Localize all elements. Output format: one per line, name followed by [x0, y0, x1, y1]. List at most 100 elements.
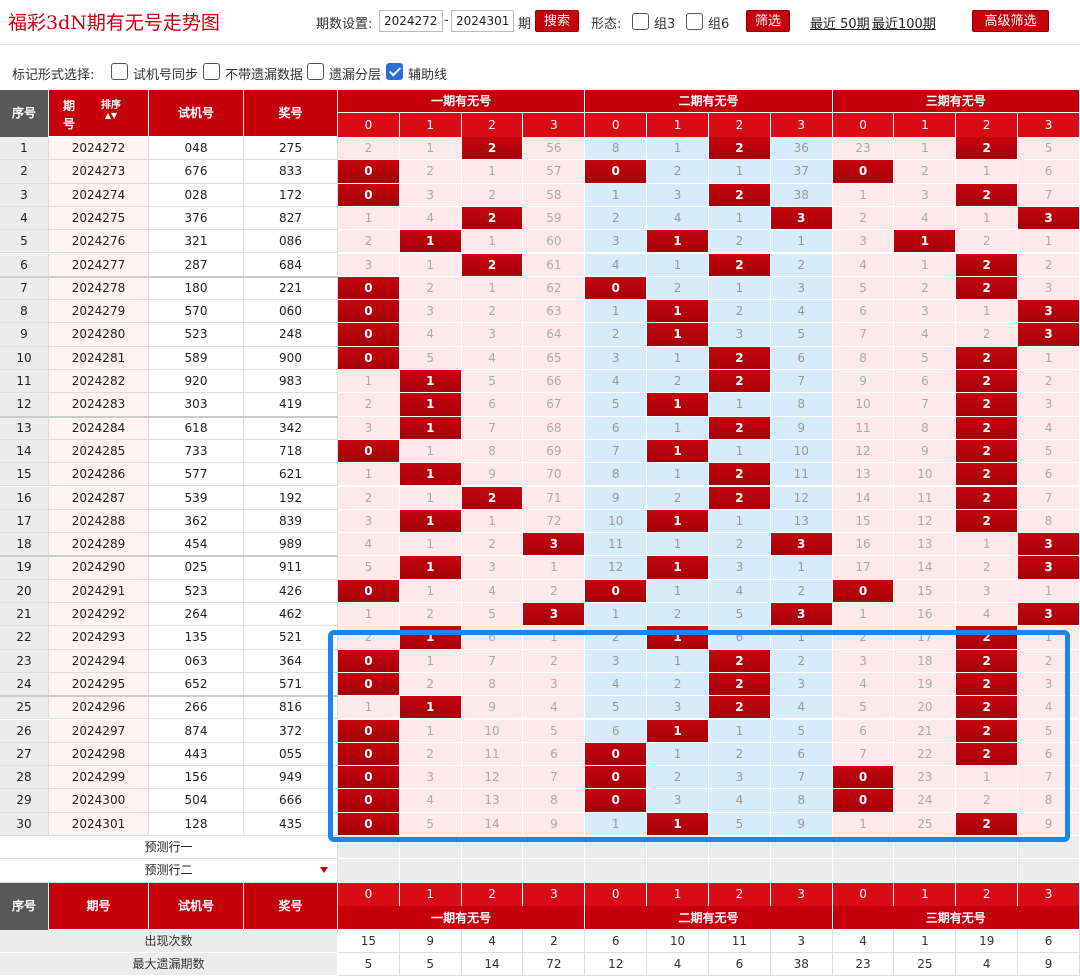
header-subcol: 0	[585, 113, 648, 137]
miss-cell: 8	[770, 789, 833, 813]
prediction-cell[interactable]	[523, 859, 586, 883]
miss-cell: 2	[461, 533, 524, 557]
prediction-cell[interactable]	[338, 836, 400, 860]
miss-cell: 2	[770, 253, 833, 277]
miss-cell: 4	[585, 253, 648, 277]
group6-checkbox[interactable]	[686, 13, 703, 30]
hit-cell: 2	[956, 137, 1019, 161]
row-seq: 10	[0, 346, 49, 370]
row-prize-number: 900	[244, 346, 338, 370]
prediction-cell[interactable]	[956, 859, 1019, 883]
prediction-row-label[interactable]: 预测行二	[0, 859, 338, 883]
miss-cell: 2	[956, 323, 1019, 347]
miss-cell: 1	[585, 183, 648, 207]
prediction-cell[interactable]	[832, 836, 895, 860]
miss-cell: 56	[523, 137, 586, 161]
mark-options-label: 标记形式选择:	[12, 68, 95, 83]
row-prize-number: 718	[244, 439, 338, 464]
row-seq: 5	[0, 230, 49, 254]
miss-cell: 2	[770, 579, 833, 603]
row-test-number: 874	[149, 719, 244, 743]
miss-cell: 5	[523, 719, 586, 743]
mark-option-checkbox-1[interactable]	[203, 63, 220, 80]
hit-cell: 2	[956, 183, 1019, 207]
prediction-cell[interactable]	[770, 859, 833, 883]
stat-value: 12	[585, 952, 648, 977]
prediction-cell[interactable]	[832, 859, 895, 883]
miss-cell: 3	[585, 230, 648, 254]
prediction-cell[interactable]	[585, 836, 648, 860]
row-period: 2024283	[49, 393, 149, 417]
prediction-cell[interactable]	[585, 859, 648, 883]
miss-cell: 3	[338, 253, 400, 277]
hit-cell: 2	[956, 509, 1019, 534]
prediction-cell[interactable]	[708, 859, 771, 883]
row-prize-number: 221	[244, 276, 338, 301]
miss-cell: 3	[647, 789, 709, 813]
start-period-input[interactable]: 2024272	[379, 10, 443, 32]
miss-cell: 6	[1018, 742, 1080, 767]
hit-cell: 0	[585, 276, 648, 301]
prediction-cell[interactable]	[770, 836, 833, 860]
row-seq: 8	[0, 300, 49, 324]
last-100-link[interactable]: 最近100期	[872, 13, 936, 32]
miss-cell: 5	[1018, 137, 1080, 161]
prediction-cell[interactable]	[708, 836, 771, 860]
miss-cell: 1	[647, 579, 709, 603]
prediction-cell[interactable]	[647, 859, 709, 883]
miss-cell: 18	[894, 649, 957, 673]
hit-cell: 1	[647, 230, 709, 254]
end-period-input[interactable]: 2024301	[451, 10, 514, 32]
prediction-cell[interactable]	[461, 859, 524, 883]
row-period: 2024299	[49, 766, 149, 790]
row-seq: 25	[0, 696, 49, 720]
hit-cell: 0	[338, 346, 400, 370]
hit-cell: 1	[647, 439, 709, 464]
prediction-cell[interactable]	[461, 836, 524, 860]
prediction-cell[interactable]	[956, 836, 1019, 860]
stat-value: 14	[461, 952, 524, 977]
miss-cell: 65	[523, 346, 586, 370]
row-period: 2024275	[49, 206, 149, 231]
hit-cell: 0	[832, 160, 895, 184]
arrow-down-icon[interactable]	[320, 867, 328, 874]
prediction-cell[interactable]	[338, 859, 400, 883]
miss-cell: 7	[1018, 486, 1080, 510]
mark-option-checkbox-3[interactable]	[386, 63, 403, 80]
miss-cell: 3	[708, 766, 771, 790]
prediction-cell[interactable]	[1018, 836, 1080, 860]
miss-cell: 2	[708, 533, 771, 557]
filter-button[interactable]: 筛选	[746, 10, 790, 32]
miss-cell: 1	[647, 742, 709, 767]
advanced-filter-button[interactable]: 高级筛选	[972, 10, 1049, 32]
prediction-cell[interactable]	[894, 836, 957, 860]
prediction-cell[interactable]	[894, 859, 957, 883]
miss-cell: 4	[894, 323, 957, 347]
row-seq: 11	[0, 370, 49, 394]
footer-period: 期号	[49, 882, 149, 930]
miss-cell: 6	[585, 416, 648, 440]
prediction-cell[interactable]	[1018, 859, 1080, 883]
search-button[interactable]: 搜索	[535, 10, 579, 32]
prediction-cell[interactable]	[523, 836, 586, 860]
miss-cell: 8	[1018, 509, 1080, 534]
mark-option-checkbox-0[interactable]	[111, 63, 128, 80]
hit-cell: 3	[1018, 556, 1080, 580]
prediction-row-label[interactable]: 预测行一	[0, 836, 338, 860]
hit-cell: 0	[585, 579, 648, 603]
row-seq: 16	[0, 486, 49, 510]
sort-button[interactable]: 排序 ▲▼	[101, 100, 121, 120]
prediction-cell[interactable]	[647, 836, 709, 860]
row-test-number: 287	[149, 253, 244, 277]
last-50-link[interactable]: 最近 50期	[810, 13, 870, 32]
mark-option-checkbox-2[interactable]	[307, 63, 324, 80]
prediction-cell[interactable]	[399, 836, 462, 860]
miss-cell: 1	[708, 160, 771, 184]
hit-cell: 2	[956, 346, 1019, 370]
stat-value: 4	[832, 929, 895, 953]
miss-cell: 5	[894, 346, 957, 370]
stat-value: 9	[399, 929, 462, 953]
prediction-cell[interactable]	[399, 859, 462, 883]
header-group-3: 三期有无号	[832, 90, 1080, 113]
group3-checkbox[interactable]	[632, 13, 649, 30]
